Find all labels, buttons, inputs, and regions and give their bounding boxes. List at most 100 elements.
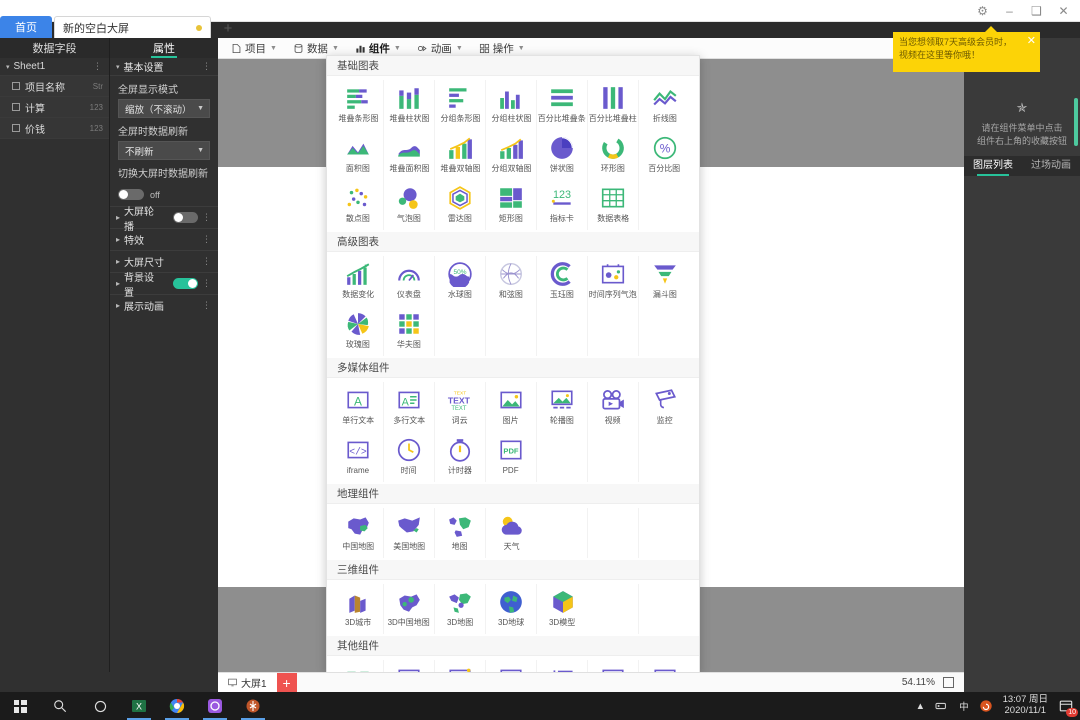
component-weather[interactable]: 天气 xyxy=(486,508,537,558)
component-liquid-fill[interactable]: 50% 水球图 xyxy=(435,256,486,306)
component-waffle-chart[interactable]: 华夫图 xyxy=(384,306,435,356)
component-3d-china-map[interactable]: 3D中国地图 xyxy=(384,584,435,634)
app-icon[interactable] xyxy=(234,692,272,720)
tab-transition-animation[interactable]: 过场动画 xyxy=(1022,156,1080,176)
toolbar-item-project[interactable]: 项目 ▼ xyxy=(224,39,284,58)
windows-start-icon[interactable] xyxy=(0,692,40,720)
component-stacked-dual-axis[interactable]: 堆叠双轴图 xyxy=(435,130,486,180)
component-area-chart[interactable]: 面积图 xyxy=(333,130,384,180)
switch-refresh-toggle[interactable] xyxy=(118,189,144,200)
cortana-circle-icon[interactable] xyxy=(80,692,120,720)
component-video[interactable]: 视频 xyxy=(588,382,639,432)
component-treemap[interactable]: 矩形图 xyxy=(486,180,537,230)
accordion-carousel[interactable]: ▸ 大屏轮播 ⋮ xyxy=(110,206,218,233)
sheet-row[interactable]: ▾ Sheet1 ⋮ xyxy=(0,58,109,76)
network-icon[interactable] xyxy=(935,700,949,712)
list-item[interactable]: 项目名称 Str xyxy=(0,76,109,97)
component-stacked-column[interactable]: 堆叠柱状图 xyxy=(384,80,435,130)
close-icon[interactable]: ✕ xyxy=(1027,34,1036,50)
section-menu-icon[interactable]: ⋮ xyxy=(202,61,212,72)
taskbar-clock[interactable]: 13:07 周日 2020/11/1 xyxy=(1003,694,1048,717)
component-image[interactable]: 图片 xyxy=(486,382,537,432)
component-single-line-text[interactable]: A 单行文本 xyxy=(333,382,384,432)
list-item[interactable]: 价钱 123 xyxy=(0,118,109,139)
component-percent-stacked-bar[interactable]: 百分比堆叠条 xyxy=(537,80,588,130)
display-mode-select[interactable]: 缩放（不滚动） ▼ xyxy=(118,99,210,118)
notification-icon[interactable]: 10 xyxy=(1058,698,1078,717)
accordion-background[interactable]: ▸ 背景设置 ⋮ xyxy=(110,272,218,299)
add-tab-button[interactable]: + xyxy=(219,18,237,38)
fit-screen-icon[interactable] xyxy=(943,677,954,688)
section-basic-settings[interactable]: ▾ 基本设置 ⋮ xyxy=(110,58,218,76)
component-line-chart[interactable]: 折线图 xyxy=(639,80,690,130)
component-timer[interactable]: 计时器 xyxy=(435,432,486,482)
component-funnel-chart[interactable]: 漏斗图 xyxy=(639,256,690,306)
component-china-map[interactable]: 中国地图 xyxy=(333,508,384,558)
component-surveillance[interactable]: 监控 xyxy=(639,382,690,432)
carousel-toggle[interactable] xyxy=(172,212,198,223)
component-bubble-chart[interactable]: 气泡图 xyxy=(384,180,435,230)
component-3d-globe[interactable]: 3D地球 xyxy=(486,584,537,634)
accordion-menu-icon[interactable]: ⋮ xyxy=(202,212,212,223)
component-3d-model[interactable]: 3D模型 xyxy=(537,584,588,634)
component-word-cloud[interactable]: TEXT TEXT TEXT 词云 xyxy=(435,382,486,432)
checkbox-icon[interactable] xyxy=(12,82,20,90)
component-3d-city[interactable]: 3D城市 xyxy=(333,584,384,634)
chevron-up-icon[interactable]: ▲ xyxy=(916,701,925,712)
tab-data-fields[interactable]: 数据字段 xyxy=(0,38,109,58)
accordion-menu-icon[interactable]: ⋮ xyxy=(202,234,212,245)
component-radar-chart[interactable]: 雷达图 xyxy=(435,180,486,230)
photos-icon[interactable] xyxy=(196,692,234,720)
component-carousel[interactable]: 轮播图 xyxy=(537,382,588,432)
component-grouped-column[interactable]: 分组柱状图 xyxy=(486,80,537,130)
excel-icon[interactable]: X xyxy=(120,692,158,720)
sheet-menu-icon[interactable]: ⋮ xyxy=(93,61,103,72)
chrome-icon[interactable] xyxy=(158,692,196,720)
background-toggle[interactable] xyxy=(172,278,198,289)
component-percent-circle[interactable]: % 百分比图 xyxy=(639,130,690,180)
component-3d-map[interactable]: 3D地图 xyxy=(435,584,486,634)
scrollbar-thumb[interactable] xyxy=(1074,98,1078,146)
checkbox-icon[interactable] xyxy=(12,124,20,132)
component-rose-chart[interactable]: 玫瑰图 xyxy=(333,306,384,356)
tab-document[interactable]: 新的空白大屏 xyxy=(54,16,211,38)
screen-tab[interactable]: 大屏1 xyxy=(218,672,277,693)
component-stacked-area[interactable]: 堆叠面积图 xyxy=(384,130,435,180)
ime-indicator[interactable]: 中 xyxy=(959,699,969,713)
component-menu-panel[interactable]: 基础图表 堆叠条形图 堆叠柱状图 分组条形图 分组柱状图 百分比堆叠条 百分比堆… xyxy=(326,55,700,673)
component-multi-line-text[interactable]: A 多行文本 xyxy=(384,382,435,432)
component-pie-chart[interactable]: 饼状图 xyxy=(537,130,588,180)
tab-layer-list[interactable]: 图层列表 xyxy=(964,156,1022,176)
component-world-map[interactable]: 地图 xyxy=(435,508,486,558)
accordion-effects[interactable]: ▸ 特效 ⋮ xyxy=(110,228,218,250)
search-icon[interactable] xyxy=(40,692,80,720)
component-data-trend[interactable]: 数据变化 xyxy=(333,256,384,306)
component-grouped-bar-horizontal[interactable]: 分组条形图 xyxy=(435,80,486,130)
accordion-show-animation[interactable]: ▸ 展示动画 ⋮ xyxy=(110,294,218,316)
component-percent-stacked-column[interactable]: 百分比堆叠柱 xyxy=(588,80,639,130)
component-iframe[interactable]: </> iframe xyxy=(333,432,384,482)
component-kpi-card[interactable]: 123 指标卡 xyxy=(537,180,588,230)
component-arc-progress[interactable]: 玉珏图 xyxy=(537,256,588,306)
accordion-menu-icon[interactable]: ⋮ xyxy=(202,278,212,289)
component-time[interactable]: 时间 xyxy=(384,432,435,482)
accordion-menu-icon[interactable]: ⋮ xyxy=(202,256,212,267)
accordion-menu-icon[interactable]: ⋮ xyxy=(202,300,212,311)
tab-properties[interactable]: 属性 xyxy=(110,38,218,58)
component-grouped-dual-axis[interactable]: 分组双轴图 xyxy=(486,130,537,180)
refresh-select[interactable]: 不刷新 ▼ xyxy=(118,141,210,160)
add-screen-button[interactable]: + xyxy=(276,672,297,693)
component-data-table[interactable]: 数据表格 xyxy=(588,180,639,230)
tab-home[interactable]: 首页 xyxy=(0,16,52,38)
component-timeline-bubble[interactable]: 时间序列气泡 xyxy=(588,256,639,306)
component-donut-chart[interactable]: 环形图 xyxy=(588,130,639,180)
component-chord-diagram[interactable]: 和弦图 xyxy=(486,256,537,306)
sogou-icon[interactable] xyxy=(979,699,993,713)
component-stacked-bar-horizontal[interactable]: 堆叠条形图 xyxy=(333,80,384,130)
component-gauge[interactable]: 仪表盘 xyxy=(384,256,435,306)
component-usa-map[interactable]: 美国地图 xyxy=(384,508,435,558)
component-scatter-plot[interactable]: 散点图 xyxy=(333,180,384,230)
component-pdf[interactable]: PDF PDF xyxy=(486,432,537,482)
list-item[interactable]: 计算 123 xyxy=(0,97,109,118)
checkbox-icon[interactable] xyxy=(12,103,20,111)
